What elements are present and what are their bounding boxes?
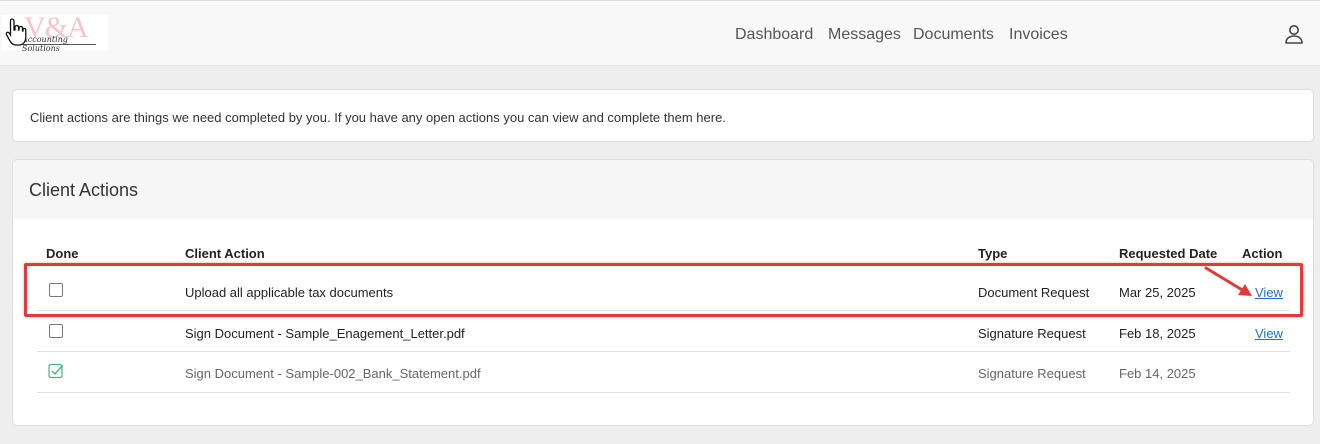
date-cell: Feb 14, 2025 [1119,366,1196,381]
logo-tagline: Accounting Solutions [22,35,68,51]
info-panel: Client actions are things we need comple… [12,89,1314,142]
type-cell: Signature Request [978,366,1086,381]
card-header: Client Actions [13,160,1313,219]
column-header-requested-date: Requested Date [1119,246,1218,261]
view-link[interactable]: View [1255,285,1283,300]
done-checkbox[interactable] [49,324,63,338]
row-divider [37,351,1290,352]
view-link[interactable]: View [1255,326,1283,341]
nav-documents[interactable]: Documents [913,26,994,44]
info-text: Client actions are things we need comple… [30,110,726,125]
type-cell: Document Request [978,285,1090,300]
nav-dashboard[interactable]: Dashboard [735,26,813,44]
top-navbar: V&A Accounting Solutions Dashboard Messa… [0,0,1320,66]
header-divider [37,265,1290,266]
type-cell: Signature Request [978,326,1086,341]
user-icon[interactable] [1282,22,1306,46]
column-header-done: Done [46,246,79,261]
nav-invoices[interactable]: Invoices [1009,26,1068,44]
client-action-cell: Upload all applicable tax documents [185,285,394,300]
card-title: Client Actions [29,180,139,200]
hand-cursor-icon [5,18,27,46]
nav-messages[interactable]: Messages [828,26,901,44]
checkmark-icon [48,363,64,379]
date-cell: Feb 18, 2025 [1119,326,1196,341]
column-header-type: Type [978,246,1008,261]
date-cell: Mar 25, 2025 [1119,285,1196,300]
column-header-client-action: Client Action [185,246,265,261]
column-header-action: Action [1242,246,1283,261]
done-checkbox[interactable] [49,283,63,297]
row-divider [37,392,1290,393]
row-divider [37,310,1290,311]
client-action-cell: Sign Document - Sample-002_Bank_Statemen… [185,366,481,381]
client-action-cell: Sign Document - Sample_Enagement_Letter.… [185,326,465,341]
client-actions-card: Client Actions Done Client Action Type R… [12,159,1314,426]
